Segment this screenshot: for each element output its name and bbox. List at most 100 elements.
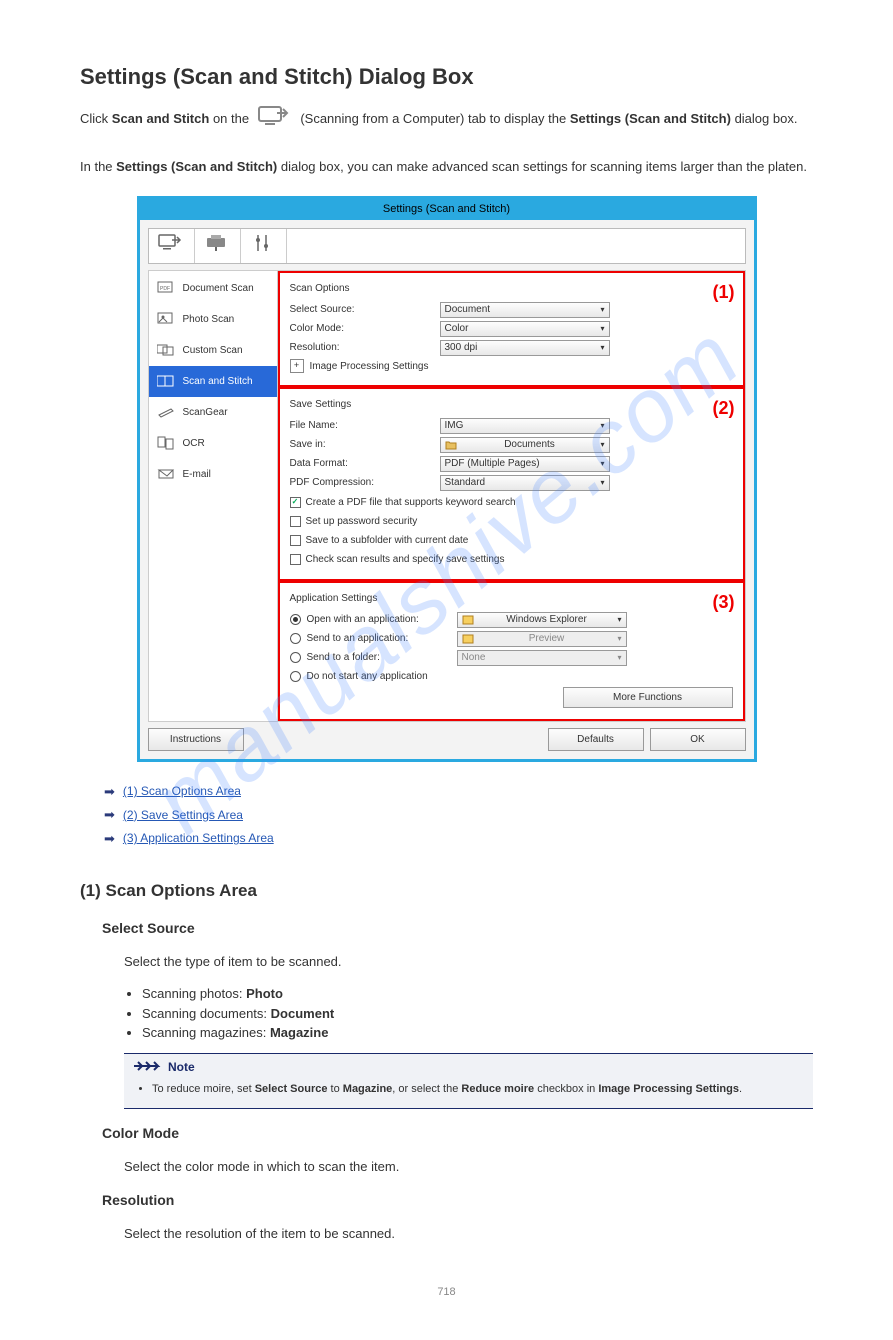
- computer-scan-icon: [257, 103, 293, 137]
- page-title: Settings (Scan and Stitch) Dialog Box: [80, 60, 813, 93]
- color-mode-desc: Select the color mode in which to scan t…: [124, 1157, 813, 1177]
- checkbox-keyword-search[interactable]: [290, 497, 301, 508]
- dropdown-value: 300 dpi: [445, 340, 478, 355]
- chevron-down-icon: ▾: [617, 633, 621, 645]
- resolution-label: Resolution:: [290, 340, 440, 355]
- link-scan-options[interactable]: (1) Scan Options Area: [123, 782, 241, 800]
- list-item: Scanning magazines: Magazine: [142, 1023, 813, 1043]
- checkbox-label: Create a PDF file that supports keyword …: [306, 495, 516, 510]
- sidebar-item-document-scan[interactable]: PDF Document Scan: [149, 273, 277, 304]
- scanner-icon: [157, 405, 175, 419]
- dialog-titlebar: Settings (Scan and Stitch): [140, 199, 754, 220]
- checkbox-password[interactable]: [290, 516, 301, 527]
- intro-text: dialog box, you can make advanced scan s…: [281, 159, 807, 174]
- chevron-down-icon: ▾: [600, 304, 604, 316]
- expand-button[interactable]: +: [290, 359, 304, 373]
- link-application-settings[interactable]: (3) Application Settings Area: [123, 829, 274, 847]
- select-source-dropdown[interactable]: Document ▾: [440, 302, 610, 318]
- send-app-dropdown: Preview▾: [457, 631, 627, 647]
- folder-icon: [445, 439, 457, 451]
- pdfcomp-dropdown[interactable]: Standard▾: [440, 475, 610, 491]
- intro-text: on the: [213, 111, 253, 126]
- sidebar-item-scan-and-stitch[interactable]: Scan and Stitch: [149, 366, 277, 397]
- select-source-label: Select Source:: [290, 302, 440, 317]
- ocr-icon: [157, 436, 175, 450]
- note-arrows-icon: [134, 1058, 164, 1078]
- checkbox-check-results[interactable]: [290, 554, 301, 565]
- dropdown-value: IMG: [445, 418, 464, 433]
- page-number: 718: [80, 1284, 813, 1301]
- sidebar-item-ocr[interactable]: OCR: [149, 428, 277, 459]
- opt-text: Scanning photos:: [142, 986, 242, 1001]
- note-item: To reduce moire, set Select Source to Ma…: [152, 1081, 803, 1098]
- more-functions-button[interactable]: More Functions: [563, 687, 733, 708]
- main-pane: (1) Scan Options Select Source: Document…: [278, 270, 746, 722]
- sidebar-item-scangear[interactable]: ScanGear: [149, 397, 277, 428]
- opt-text: Scanning documents:: [142, 1006, 267, 1021]
- section-number: (1): [713, 279, 735, 306]
- email-icon: [157, 467, 175, 481]
- section-number: (3): [713, 589, 735, 616]
- instructions-button[interactable]: Instructions: [148, 728, 244, 751]
- sidebar-item-label: OCR: [183, 436, 205, 451]
- sidebar-item-photo-scan[interactable]: Photo Scan: [149, 304, 277, 335]
- note-bold: Select Source: [255, 1083, 328, 1095]
- dropdown-value: PDF (Multiple Pages): [445, 456, 540, 471]
- dataformat-dropdown[interactable]: PDF (Multiple Pages)▾: [440, 456, 610, 472]
- checkbox-subfolder[interactable]: [290, 535, 301, 546]
- intro-paragraph: Click Scan and Stitch on the (Scanning f…: [80, 103, 813, 137]
- open-app-dropdown[interactable]: Windows Explorer▾: [457, 612, 627, 628]
- radio-open-app[interactable]: [290, 614, 301, 625]
- intro-text: dialog box.: [735, 111, 798, 126]
- sidebar-item-email[interactable]: E-mail: [149, 459, 277, 490]
- heading-color-mode: Color Mode: [102, 1123, 813, 1144]
- note-box: Note To reduce moire, set Select Source …: [124, 1053, 813, 1109]
- tab-general-settings[interactable]: [241, 229, 287, 263]
- top-tabs: [148, 228, 746, 264]
- radio-do-not-start[interactable]: [290, 671, 301, 682]
- dropdown-value: Documents: [504, 437, 555, 452]
- list-item: Scanning documents: Document: [142, 1004, 813, 1024]
- dropdown-value: Color: [445, 321, 469, 336]
- section-title: Scan Options: [290, 281, 733, 296]
- intro-paragraph-2: In the Settings (Scan and Stitch) dialog…: [80, 157, 813, 177]
- checkbox-label: Set up password security: [306, 514, 418, 529]
- savein-label: Save in:: [290, 437, 440, 452]
- intro-bold: Scan and Stitch: [112, 111, 210, 126]
- resolution-dropdown[interactable]: 300 dpi ▾: [440, 340, 610, 356]
- note-text: to: [327, 1083, 342, 1095]
- chevron-down-icon: ▾: [600, 342, 604, 354]
- tab-scan-from-panel[interactable]: [195, 229, 241, 263]
- sidebar-item-label: Photo Scan: [183, 312, 235, 327]
- section-number: (2): [713, 395, 735, 422]
- sidebar-item-custom-scan[interactable]: Custom Scan: [149, 335, 277, 366]
- radio-send-folder[interactable]: [290, 652, 301, 663]
- radio-send-app[interactable]: [290, 633, 301, 644]
- savein-dropdown[interactable]: Documents ▾: [440, 437, 610, 453]
- anchor-links: ➡ (1) Scan Options Area ➡ (2) Save Setting…: [104, 782, 813, 849]
- explorer-icon: [462, 614, 474, 626]
- arrow-icon: ➡: [104, 829, 115, 849]
- note-bold: Magazine: [343, 1083, 393, 1095]
- resolution-desc: Select the resolution of the item to be …: [124, 1224, 813, 1244]
- tab-scan-from-computer[interactable]: [149, 229, 195, 263]
- arrow-icon: ➡: [104, 782, 115, 802]
- intro-text: (Scanning from a Computer) tab to displa…: [300, 111, 570, 126]
- printer-icon: [204, 233, 230, 258]
- defaults-button[interactable]: Defaults: [548, 728, 644, 751]
- select-source-desc: Select the type of item to be scanned.: [124, 952, 813, 972]
- link-save-settings[interactable]: (2) Save Settings Area: [123, 806, 243, 824]
- sidebar-item-label: ScanGear: [183, 405, 228, 420]
- note-text: .: [739, 1083, 742, 1095]
- send-folder-dropdown: None▾: [457, 650, 627, 666]
- dropdown-value: Windows Explorer: [506, 612, 587, 627]
- dropdown-value: Document: [445, 302, 491, 317]
- sidebar-item-label: Document Scan: [183, 281, 254, 296]
- checkbox-label: Save to a subfolder with current date: [306, 533, 469, 548]
- ok-button[interactable]: OK: [650, 728, 746, 751]
- filename-dropdown[interactable]: IMG▾: [440, 418, 610, 434]
- chevron-down-icon: ▾: [600, 439, 604, 451]
- opt-bold: Document: [271, 1006, 335, 1021]
- opt-text: Scanning magazines:: [142, 1025, 266, 1040]
- color-mode-dropdown[interactable]: Color▾: [440, 321, 610, 337]
